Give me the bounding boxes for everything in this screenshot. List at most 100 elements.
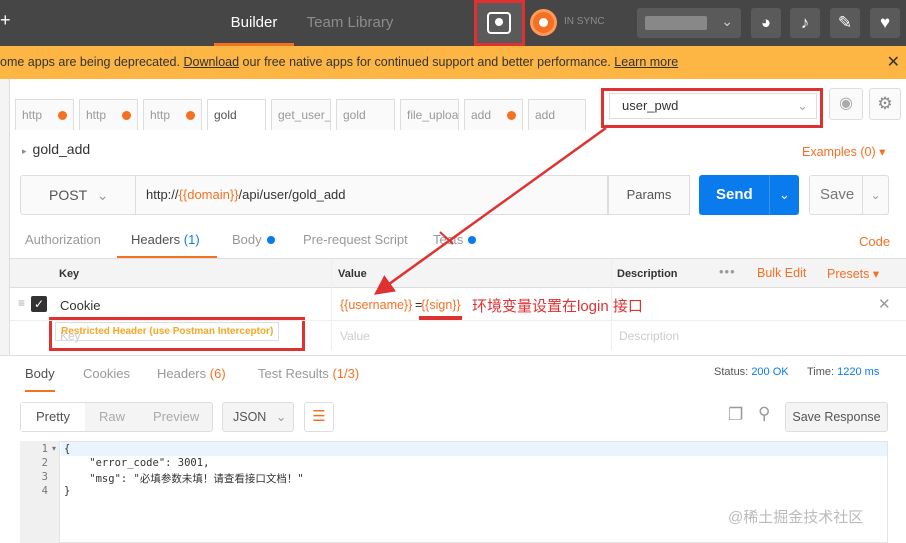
code-link[interactable]: Code — [859, 234, 890, 249]
tab-label: Body — [232, 232, 262, 247]
globe-icon[interactable]: ◕ — [751, 8, 781, 38]
code-line: { — [64, 443, 71, 455]
format-value: JSON — [233, 410, 267, 424]
view-preview-button[interactable]: Preview — [153, 403, 199, 431]
tab-label: Authorization — [25, 232, 101, 247]
request-tab[interactable]: gold — [207, 99, 266, 130]
params-button[interactable]: Params — [608, 175, 690, 215]
tab-team-library[interactable]: Team Library — [300, 0, 400, 46]
header-value-var-sign[interactable]: {{sign}} — [421, 298, 461, 312]
presets-dropdown[interactable]: Presets ▾ — [827, 266, 879, 281]
wrap-lines-icon[interactable]: ☰ — [304, 402, 334, 432]
eye-icon[interactable]: ◉ — [829, 88, 863, 120]
tab-label: Test Results — [258, 366, 329, 381]
user-dropdown[interactable]: ⌄ — [637, 8, 741, 38]
request-tab-label: gold — [343, 108, 366, 122]
modified-dot — [468, 236, 477, 244]
bell-icon[interactable]: ♪ — [790, 8, 820, 38]
request-tab[interactable]: http — [15, 99, 74, 130]
send-button[interactable]: Send ⌄ — [699, 175, 799, 215]
new-value-input[interactable]: Value — [340, 329, 370, 343]
gear-icon[interactable]: ⚙ — [869, 88, 901, 120]
more-options-icon[interactable]: ••• — [719, 264, 736, 279]
drag-handle-icon[interactable]: ≡ — [18, 296, 25, 310]
new-icon[interactable]: + — [0, 10, 11, 31]
view-raw-button[interactable]: Raw — [99, 403, 125, 431]
top-bar: + Builder Team Library IN SYNC ⌄ ◕ ♪ ✎ ♥ — [0, 0, 906, 46]
environment-select[interactable]: user_pwd ⌄ — [609, 93, 817, 119]
tab-label: Headers — [157, 366, 207, 381]
header-value-var-username[interactable]: {{username}} — [340, 298, 412, 312]
bulk-edit-link[interactable]: Bulk Edit — [757, 266, 806, 280]
tab-builder[interactable]: Builder — [214, 0, 294, 46]
request-tab[interactable]: get_user_i — [271, 99, 331, 130]
search-icon[interactable]: ⚲ — [758, 404, 770, 424]
download-link[interactable]: Download — [183, 55, 239, 69]
chevron-down-icon[interactable]: ⌄ — [862, 176, 888, 214]
request-tab[interactable]: file_uploa — [400, 99, 459, 130]
tab-pre-request-script[interactable]: Pre-request Script — [303, 232, 408, 258]
request-tab-label: gold — [214, 108, 237, 122]
method-value: POST — [49, 187, 87, 203]
time-value: 1220 ms — [837, 366, 880, 378]
url-input[interactable]: http://{{domain}}/api/user/gold_add — [136, 175, 608, 215]
request-tab[interactable]: add — [464, 99, 523, 130]
response-tab-body[interactable]: Body — [25, 366, 55, 392]
header-enabled-checkbox[interactable]: ✓ — [31, 296, 47, 312]
fold-caret-icon[interactable]: ▾ — [52, 444, 56, 453]
chevron-down-icon[interactable]: ⌄ — [769, 175, 799, 215]
close-icon[interactable]: ✕ — [887, 46, 900, 79]
line-number: 2 — [41, 457, 48, 469]
presets-label: Presets — [827, 267, 870, 281]
banner-text: ome apps are being deprecated. — [0, 55, 184, 69]
tab-body[interactable]: Body — [232, 232, 275, 258]
unsaved-dot — [58, 111, 67, 120]
response-tab-cookies[interactable]: Cookies — [83, 366, 130, 392]
response-tab-headers[interactable]: Headers (6) — [157, 366, 226, 392]
close-icon[interactable]: ✕ — [878, 295, 891, 313]
new-description-input[interactable]: Description — [619, 329, 679, 343]
response-tab-test-results[interactable]: Test Results (1/3) — [258, 366, 359, 392]
request-tab-label: http — [86, 108, 107, 122]
chevron-down-icon: ⌄ — [96, 187, 109, 203]
format-select[interactable]: JSON ⌄ — [222, 402, 294, 432]
request-tab[interactable]: gold — [336, 99, 395, 130]
tab-tests[interactable]: Tests — [433, 232, 477, 258]
request-tab[interactable]: http — [143, 99, 202, 130]
header-key-cookie[interactable]: Cookie — [60, 298, 100, 313]
url-prefix: http:// — [146, 187, 179, 202]
request-tab-label: http — [150, 108, 171, 122]
wrench-icon[interactable]: ✎ — [830, 8, 860, 38]
request-tab[interactable]: http — [79, 99, 138, 130]
status-value: 200 OK — [751, 366, 789, 378]
tab-headers[interactable]: Headers (1) — [117, 232, 217, 258]
unsaved-dot — [186, 111, 195, 120]
heart-icon[interactable]: ♥ — [870, 8, 900, 38]
code-line: "msg": "必填参数未填！请查看接口文档！" — [64, 473, 304, 485]
new-key-input[interactable]: Key — [60, 329, 81, 343]
row-divider — [10, 320, 906, 321]
column-value: Value — [338, 268, 367, 280]
tab-badge: (6) — [209, 366, 226, 381]
response-time: Time: 1220 ms — [807, 366, 879, 378]
environment-value: user_pwd — [622, 98, 679, 113]
sync-icon[interactable] — [530, 9, 557, 36]
response-status: Status: 200 OK — [714, 366, 789, 378]
learn-more-link[interactable]: Learn more — [614, 55, 678, 69]
view-pretty-button[interactable]: Pretty — [21, 403, 85, 431]
tab-authorization[interactable]: Authorization — [25, 232, 101, 258]
request-tab[interactable]: add — [528, 99, 586, 130]
save-response-button[interactable]: Save Response — [785, 402, 888, 432]
interceptor-button[interactable] — [474, 0, 525, 46]
copy-icon[interactable]: ❐ — [728, 405, 743, 425]
unsaved-dot — [122, 111, 131, 120]
deprecation-banner: ome apps are being deprecated. Download … — [0, 46, 906, 79]
send-label: Send — [716, 186, 753, 203]
chevron-down-icon: ⌄ — [275, 410, 287, 424]
line-number: 4 — [41, 485, 48, 497]
line-number: 3 — [41, 471, 48, 483]
examples-dropdown[interactable]: Examples (0) ▾ — [802, 144, 885, 159]
request-name[interactable]: ▸ gold_add — [22, 141, 90, 157]
method-select[interactable]: POST ⌄ — [20, 175, 136, 215]
save-button[interactable]: Save ⌄ — [809, 175, 889, 215]
